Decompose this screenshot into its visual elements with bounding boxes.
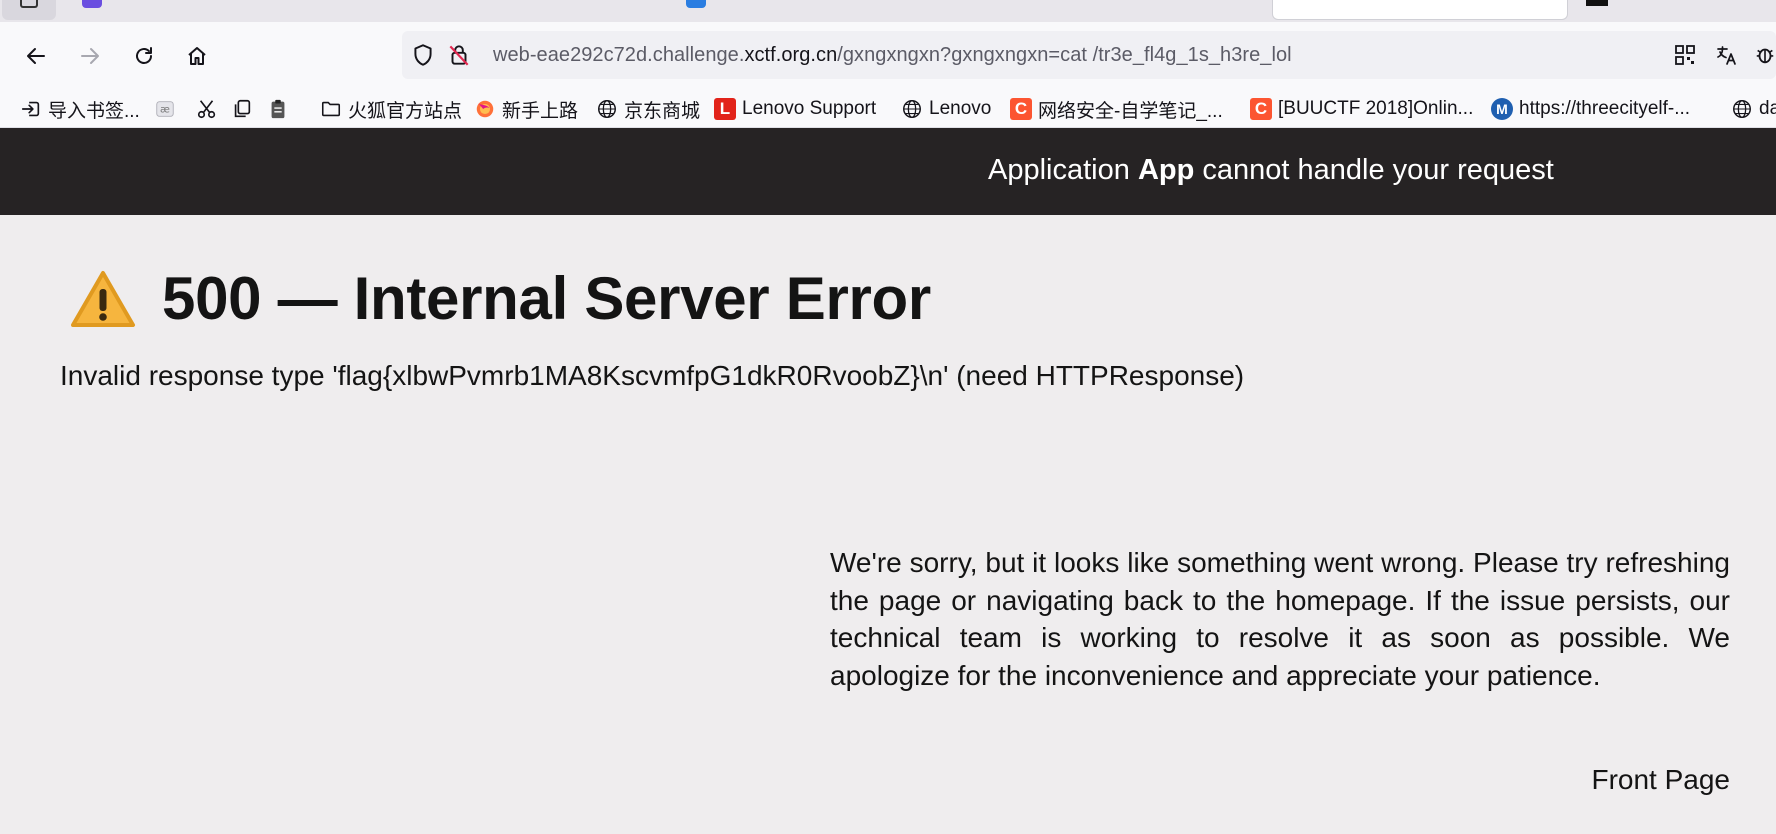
back-arrow-icon <box>27 48 45 64</box>
bookmark-lenovo[interactable]: Lenovo <box>901 94 991 124</box>
warning-icon <box>71 270 135 327</box>
qr-code-button[interactable] <box>1672 42 1698 68</box>
url-domain: xctf.org.cn <box>744 44 838 66</box>
bookmarks-toolbar: 导入书签... æ 火狐官方站点 新手上路 京东商城 L Lenovo Supp… <box>0 90 1776 128</box>
tab-favicon-icon <box>1586 0 1608 6</box>
scissors-icon <box>196 98 218 120</box>
bookmark-notes[interactable]: æ <box>154 94 182 124</box>
url-path: /gxngxngxn?gxngxngxn=cat /tr3e_fl4g_1s_h… <box>837 44 1292 66</box>
home-icon <box>188 47 206 65</box>
reload-icon <box>136 47 152 64</box>
globe-icon <box>596 98 618 120</box>
front-page-link[interactable]: Front Page <box>1591 764 1730 796</box>
csdn-icon: C <box>1250 98 1272 120</box>
bookmark-buuctf[interactable]: C [BUUCTF 2018]Onlin... <box>1250 94 1473 124</box>
navigation-toolbar: web-eae292c72d.challenge.xctf.org.cn/gxn… <box>0 22 1776 90</box>
tab-favicon-icon <box>82 0 102 8</box>
bookmark-getting-started[interactable]: 新手上路 <box>474 94 578 124</box>
bookmark-label: 网络安全-自学笔记_... <box>1038 100 1223 122</box>
bookmark-lenovo-support[interactable]: L Lenovo Support <box>714 94 876 124</box>
bookmark-label: 京东商城 <box>624 100 701 122</box>
error-detail: Invalid response type 'flag{xlbwPvmrb1MA… <box>60 360 1245 391</box>
bookmark-csdn-notes[interactable]: C 网络安全-自学笔记_... <box>1010 94 1223 124</box>
bookmark-scissors[interactable] <box>196 94 224 124</box>
header-pre: Application <box>988 154 1138 186</box>
folder-icon <box>320 98 342 120</box>
url-text[interactable]: web-eae292c72d.challenge.xctf.org.cn/gxn… <box>493 42 1292 68</box>
header-app-name: App <box>1137 154 1195 186</box>
back-button[interactable] <box>16 36 56 76</box>
tab-favicon-icon <box>686 0 706 8</box>
globe-icon <box>1731 98 1753 120</box>
reload-button[interactable] <box>124 36 164 76</box>
bookmark-label: [BUUCTF 2018]Onlin... <box>1278 98 1474 119</box>
error-title: 500 — Internal Server Error <box>162 265 931 332</box>
bookmark-copy[interactable] <box>231 94 259 124</box>
bookmark-label: Lenovo Support <box>742 98 877 119</box>
clipboard-icon <box>267 98 289 120</box>
qr-code-icon <box>1675 45 1695 65</box>
csdn-icon: C <box>1010 98 1032 120</box>
bookmark-clipboard[interactable] <box>267 94 295 124</box>
bookmark-label: Lenovo <box>929 98 992 119</box>
translate-icon <box>1717 46 1736 65</box>
bookmark-jd[interactable]: 京东商城 <box>596 94 700 124</box>
svg-text:æ: æ <box>160 105 170 116</box>
bookmark-label: https://threecityelf-... <box>1519 98 1691 119</box>
firefox-icon <box>474 98 496 120</box>
header-post: cannot handle your request <box>1194 154 1554 186</box>
bookmark-import[interactable]: 导入书签... <box>20 94 140 124</box>
error-heading: 500 — Internal Server Error <box>70 264 931 333</box>
home-button[interactable] <box>177 36 217 76</box>
bookmark-label: 火狐官方站点 <box>348 100 463 122</box>
m-icon: M <box>1491 98 1513 120</box>
tab-list-button[interactable] <box>2 0 56 20</box>
bookmark-threecityelf[interactable]: M https://threecityelf-... <box>1491 94 1690 124</box>
import-icon <box>20 98 42 120</box>
notes-icon: æ <box>154 98 176 120</box>
lenovo-l-icon: L <box>714 98 736 120</box>
tab-list-icon <box>20 0 38 8</box>
forward-button[interactable] <box>70 36 110 76</box>
extension-button[interactable] <box>1754 42 1776 68</box>
error-message: We're sorry, but it looks like something… <box>830 547 1730 691</box>
tab-1[interactable] <box>110 0 340 16</box>
translate-button[interactable] <box>1714 42 1740 68</box>
bookmark-label: da <box>1759 98 1776 119</box>
bookmark-da[interactable]: da <box>1731 94 1776 124</box>
forward-arrow-icon <box>81 48 99 64</box>
insecure-lock-icon[interactable] <box>446 42 472 68</box>
globe-icon <box>901 98 923 120</box>
tab-strip <box>0 0 1776 22</box>
app-header-title: Application App cannot handle your reque… <box>988 154 1554 187</box>
address-bar[interactable]: web-eae292c72d.challenge.xctf.org.cn/gxn… <box>402 31 1776 79</box>
bookmark-firefox-official[interactable]: 火狐官方站点 <box>320 94 462 124</box>
tab-active[interactable] <box>1272 0 1568 20</box>
bug-icon <box>1756 48 1774 64</box>
url-prefix: web-eae292c72d.challenge. <box>493 44 745 66</box>
shield-icon[interactable] <box>410 42 436 68</box>
bookmark-label: 新手上路 <box>502 100 579 122</box>
copy-icon <box>231 98 253 120</box>
bookmark-label: 导入书签... <box>48 100 140 122</box>
app-header: Application App cannot handle your reque… <box>0 128 1776 215</box>
